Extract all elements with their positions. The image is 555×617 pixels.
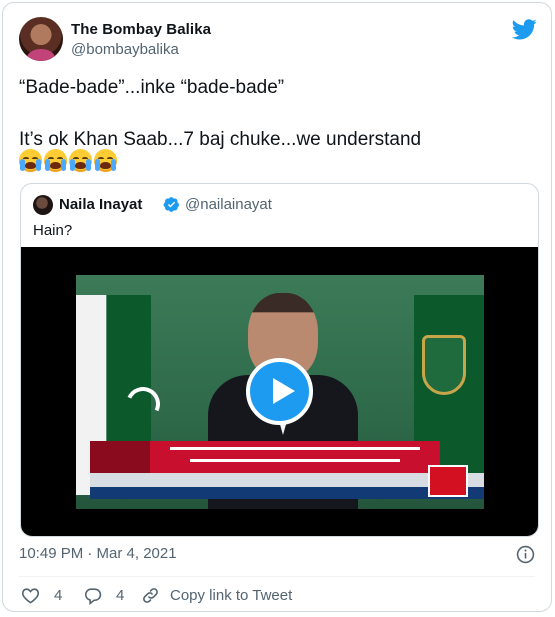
- reply-bubble-icon: [84, 588, 102, 605]
- emoji-row: [19, 149, 117, 172]
- play-button[interactable]: [246, 358, 313, 425]
- quoted-tweet[interactable]: Naila Inayat @nailainayat Hain?: [20, 183, 539, 537]
- quoted-tweet-text: Hain?: [33, 222, 73, 239]
- twitter-bird-icon[interactable]: [512, 19, 537, 40]
- video-player[interactable]: [21, 247, 538, 536]
- author-name[interactable]: The Bombay Balika: [71, 21, 211, 38]
- link-icon: [143, 588, 158, 603]
- copy-link-label: Copy link to Tweet: [170, 587, 293, 604]
- info-icon[interactable]: [516, 545, 535, 564]
- like-button[interactable]: 4: [21, 586, 62, 605]
- channel-logo: [428, 465, 468, 497]
- author-avatar[interactable]: [19, 17, 63, 61]
- tweet-timestamp[interactable]: 10:49 PM · Mar 4, 2021: [19, 545, 177, 562]
- heart-icon: [21, 588, 40, 604]
- tweet-card[interactable]: The Bombay Balika @bombaybalika “Bade-ba…: [2, 2, 552, 612]
- reply-button[interactable]: 4: [83, 586, 124, 605]
- reply-count: 4: [116, 587, 125, 604]
- loudly-crying-face-icon: [19, 149, 42, 172]
- verified-badge-icon: [163, 197, 179, 212]
- like-count: 4: [54, 587, 63, 604]
- quoted-author-handle: @nailainayat: [185, 196, 272, 213]
- tweet-text: “Bade-bade”...inke “bade-bade” It’s ok K…: [19, 77, 422, 150]
- copy-link-button[interactable]: Copy link to Tweet: [141, 586, 292, 605]
- divider: [19, 576, 535, 577]
- author-handle[interactable]: @bombaybalika: [71, 41, 179, 58]
- news-ticker-social: [90, 487, 484, 499]
- news-ticker-label: [90, 441, 150, 473]
- state-emblem: [422, 335, 466, 395]
- news-ticker-strip: [90, 473, 484, 487]
- quoted-author-name: Naila Inayat: [59, 196, 143, 213]
- loudly-crying-face-icon: [69, 149, 92, 172]
- loudly-crying-face-icon: [44, 149, 67, 172]
- loudly-crying-face-icon: [94, 149, 117, 172]
- quoted-author-avatar: [33, 195, 53, 215]
